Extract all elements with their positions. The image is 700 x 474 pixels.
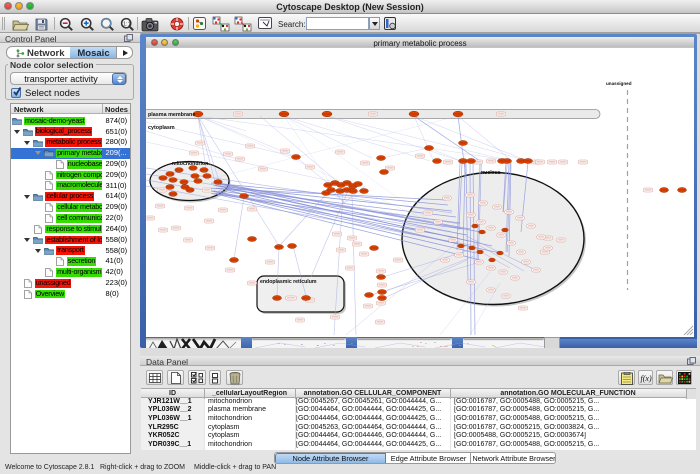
svg-text:nucleus: nucleus [481, 170, 501, 176]
svg-text:cytoplasm: cytoplasm [148, 125, 175, 131]
svg-text:unassigned: unassigned [606, 81, 632, 86]
svg-text:mitochondrion: mitochondrion [172, 161, 208, 167]
svg-text:endoplasmic reticulum: endoplasmic reticulum [260, 279, 317, 285]
svg-text:1:1: 1:1 [123, 21, 131, 27]
svg-text:plasma membrane: plasma membrane [148, 112, 195, 118]
